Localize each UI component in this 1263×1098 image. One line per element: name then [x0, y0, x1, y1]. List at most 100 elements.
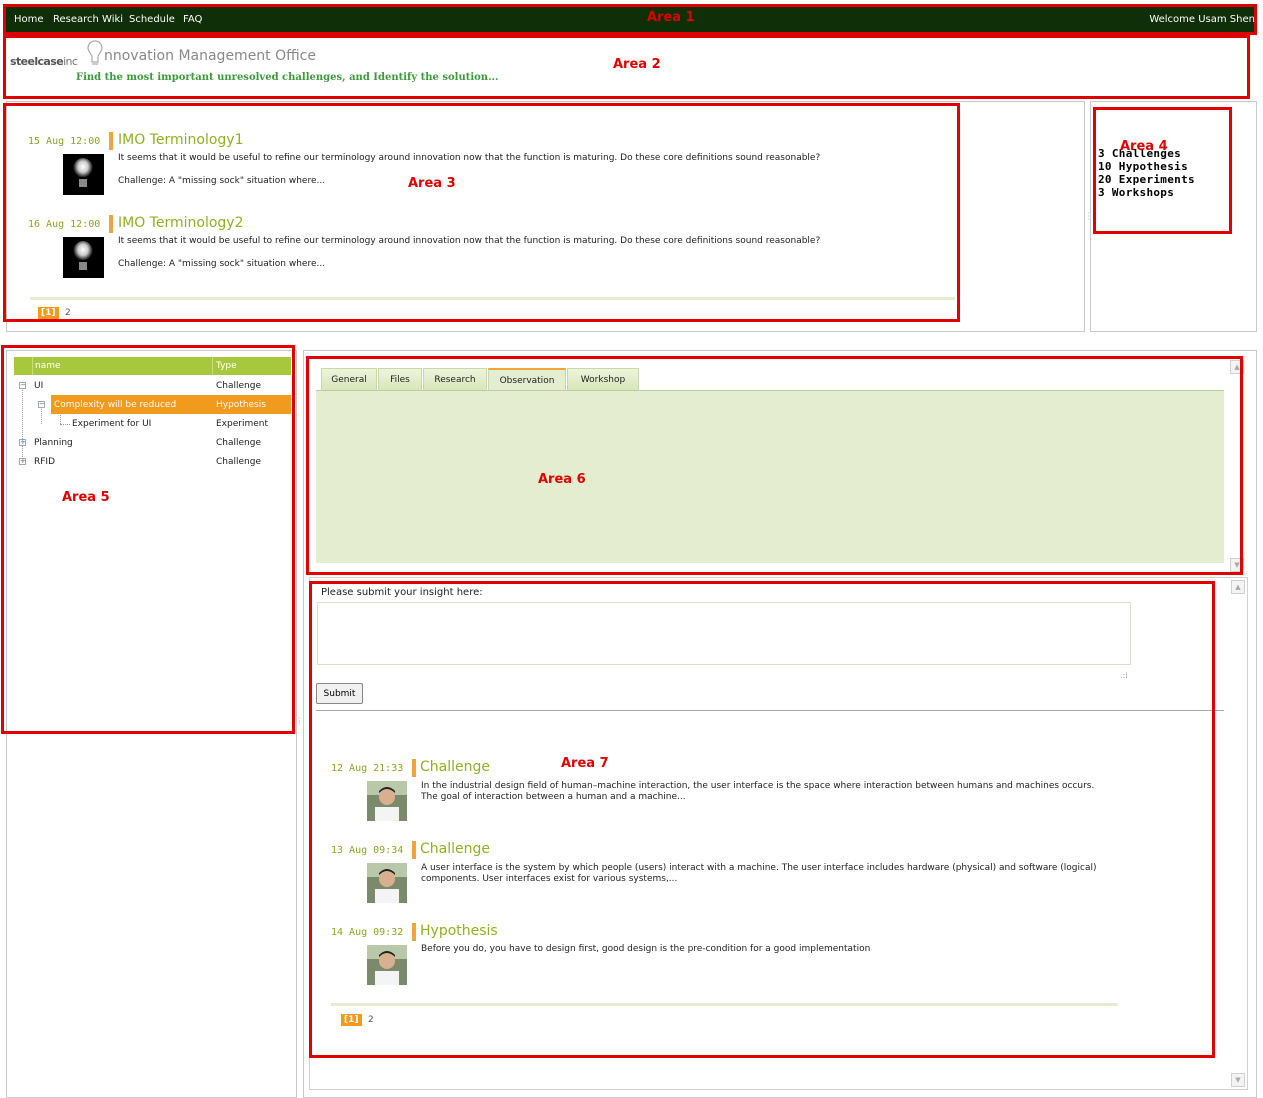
person-photo-icon — [367, 945, 407, 985]
divider — [30, 297, 955, 300]
tab-files[interactable]: Files — [378, 368, 422, 390]
tree-row-name: Complexity will be reduced — [54, 400, 177, 410]
tab-general[interactable]: General — [321, 368, 377, 390]
nav-home-link[interactable]: Home — [14, 14, 44, 25]
tree-row-type: Hypothesis — [216, 400, 266, 410]
expand-icon[interactable]: + — [19, 458, 26, 465]
entry-challenge: Challenge: A "missing sock" situation wh… — [118, 259, 326, 269]
pager-current-page[interactable]: [1] — [38, 307, 59, 319]
insight-textarea[interactable] — [317, 602, 1131, 665]
entry-body: It seems that it would be useful to refi… — [118, 236, 821, 246]
lightbulb-thumbnail — [63, 154, 104, 195]
area-label: Area 7 — [561, 756, 609, 771]
collapse-icon[interactable]: − — [38, 401, 45, 408]
scroll-down-icon[interactable]: ▼ — [1231, 1073, 1245, 1087]
tagline: Find the most important unresolved chall… — [76, 72, 499, 83]
resize-grip-icon[interactable]: .:⁞ — [1120, 671, 1128, 680]
tree-row-type: Challenge — [216, 457, 261, 467]
entry-body: A user interface is the system by which … — [421, 863, 1097, 884]
tree-row-name: Experiment for UI — [72, 419, 152, 429]
area-label: Area 5 — [62, 490, 110, 505]
tab-content — [316, 390, 1224, 563]
top-nav-bar: Home Research Wiki Schedule FAQ Welcome … — [6, 7, 1257, 32]
tree-row-selected[interactable]: − Complexity will be reduced Hypothesis — [14, 395, 291, 414]
lightbulb-photo-icon — [63, 154, 104, 195]
entry-challenge: Challenge: A "missing sock" situation wh… — [118, 176, 326, 186]
scroll-up-icon[interactable]: ▲ — [1231, 580, 1245, 594]
tree-row[interactable]: Experiment for UI Experiment — [14, 414, 291, 433]
tab-observation[interactable]: Observation — [488, 368, 566, 390]
nav-faq-link[interactable]: FAQ — [183, 14, 202, 25]
insight-label: Please submit your insight here: — [321, 587, 483, 598]
person-photo-icon — [367, 863, 407, 903]
area-label: Area 2 — [613, 57, 661, 72]
scroll-up-icon[interactable]: ▲ — [1230, 360, 1244, 374]
user-avatar — [367, 945, 407, 985]
stats-panel — [1090, 101, 1257, 332]
entry-title-link[interactable]: Challenge — [420, 759, 490, 775]
tree-row-type: Challenge — [216, 381, 261, 391]
tree-row-name: UI — [34, 381, 44, 391]
splitter-handle[interactable]: · · · — [298, 715, 301, 729]
splitter-handle[interactable]: · · · — [1087, 210, 1090, 224]
area-label: Area 1 — [647, 10, 695, 25]
pager-page-link[interactable]: 2 — [65, 308, 71, 318]
tree-row[interactable]: + Planning Challenge — [14, 433, 291, 452]
entry-date: 12 Aug 21:33 — [331, 763, 404, 774]
logo-bold-text: steelcase — [10, 55, 64, 68]
entry-accent-bar — [109, 215, 113, 233]
lightbulb-icon — [87, 40, 103, 65]
stat-hypothesis: 10 Hypothesis — [1098, 160, 1188, 173]
entry-accent-bar — [412, 759, 416, 777]
column-header-type[interactable]: Type — [216, 361, 237, 371]
pager-page-link[interactable]: 2 — [368, 1015, 374, 1025]
scroll-down-icon[interactable]: ▼ — [1230, 558, 1244, 572]
entry-title-link[interactable]: Challenge — [420, 841, 490, 857]
divider — [331, 1003, 1118, 1006]
person-photo-icon — [367, 781, 407, 821]
logo-thin-text: inc — [63, 55, 78, 68]
entry-date: 15 Aug 12:00 — [28, 136, 101, 147]
lightbulb-photo-icon — [63, 237, 104, 278]
entry-accent-bar — [109, 132, 113, 150]
entry-title-link[interactable]: Hypothesis — [420, 923, 498, 939]
entry-title-link[interactable]: IMO Terminology2 — [118, 215, 243, 231]
pager-current-page[interactable]: [1] — [341, 1014, 362, 1026]
entry-body: It seems that it would be useful to refi… — [118, 153, 821, 163]
divider — [316, 710, 1224, 711]
tree-row-type: Experiment — [216, 419, 269, 429]
page-title: nnovation Management Office — [104, 48, 316, 64]
tree-grid-header: name Type — [14, 357, 291, 375]
nav-schedule-link[interactable]: Schedule — [129, 14, 175, 25]
area-label: Area 6 — [538, 472, 586, 487]
submit-button[interactable]: Submit — [316, 683, 363, 704]
user-avatar — [367, 863, 407, 903]
tree-row-type: Challenge — [216, 438, 261, 448]
tree-row-name: Planning — [34, 438, 73, 448]
entry-accent-bar — [412, 923, 416, 941]
stat-workshops: 3 Workshops — [1098, 186, 1175, 199]
company-logo: steelcaseinc — [10, 55, 78, 68]
entry-date: 14 Aug 09:32 — [331, 927, 404, 938]
entry-date: 13 Aug 09:34 — [331, 845, 404, 856]
user-avatar — [367, 781, 407, 821]
tree-row[interactable]: + RFID Challenge — [14, 452, 291, 471]
area-label: Area 3 — [408, 176, 456, 191]
lightbulb-thumbnail — [63, 237, 104, 278]
tree-row-name: RFID — [34, 457, 56, 467]
stat-experiments: 20 Experiments — [1098, 173, 1195, 186]
collapse-icon[interactable]: − — [19, 382, 26, 389]
entry-accent-bar — [412, 841, 416, 859]
entry-title-link[interactable]: IMO Terminology1 — [118, 132, 243, 148]
entry-body: In the industrial design field of human–… — [421, 781, 1095, 802]
nav-research-wiki-link[interactable]: Research Wiki — [53, 14, 123, 25]
welcome-user-text: Welcome Usam Shen — [1149, 14, 1255, 25]
tree-row[interactable]: − UI Challenge — [14, 376, 291, 395]
tab-workshop[interactable]: Workshop — [567, 368, 639, 390]
area-label: Area 4 — [1120, 139, 1168, 154]
expand-icon[interactable]: + — [19, 439, 26, 446]
entry-date: 16 Aug 12:00 — [28, 219, 101, 230]
tab-research[interactable]: Research — [423, 368, 487, 390]
entry-body: Before you do, you have to design first,… — [421, 944, 871, 954]
column-header-name[interactable]: name — [35, 361, 61, 371]
